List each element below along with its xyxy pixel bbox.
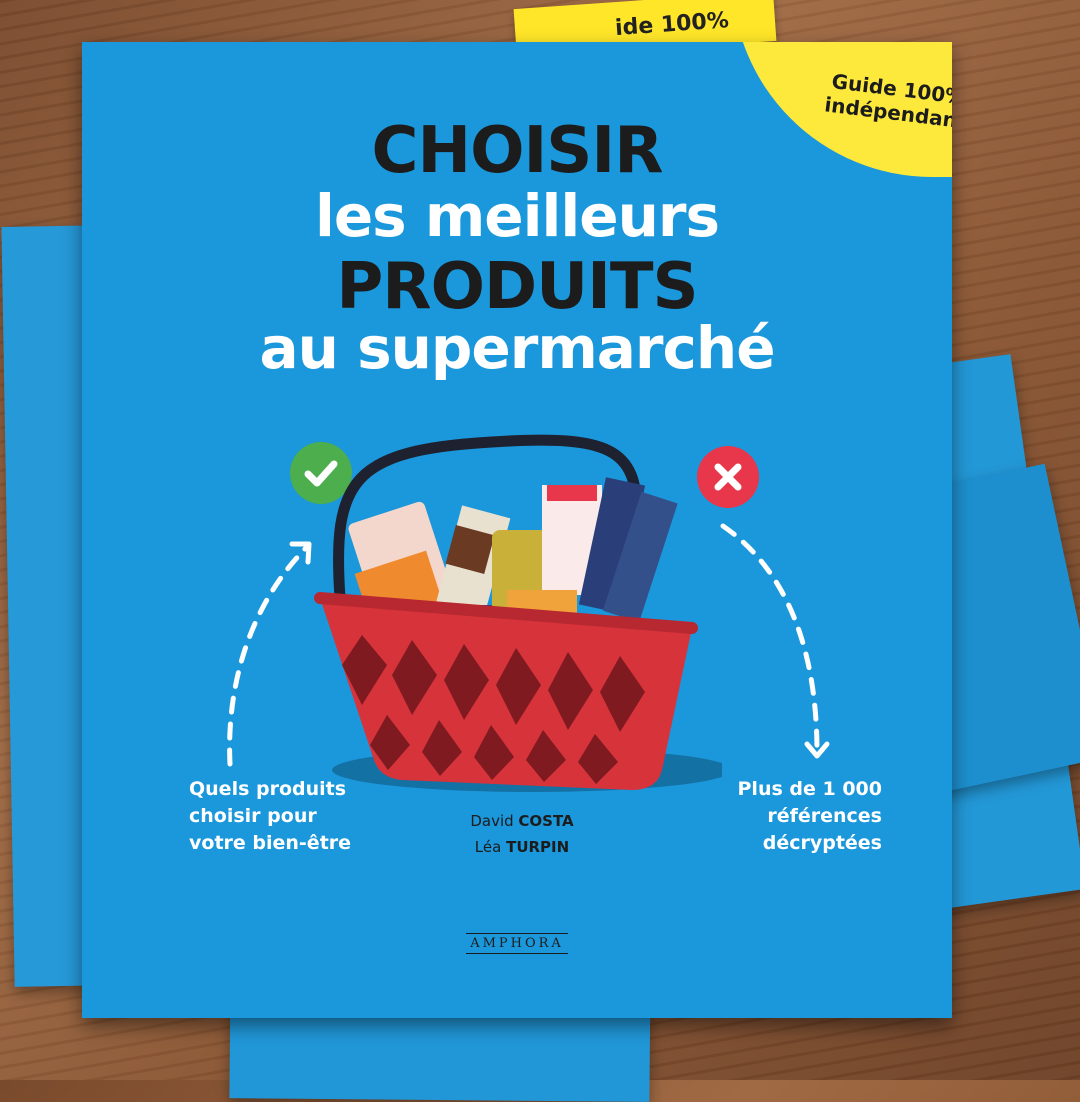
- publisher-name: AMPHORA: [466, 933, 568, 954]
- basket-illustration: [314, 434, 722, 792]
- right-tagline-line-3: décryptées: [762, 832, 882, 854]
- back-book-badge-text: ide 100%: [614, 8, 730, 42]
- title-line-choisir: CHOISIR: [371, 114, 664, 188]
- title-line-les-meilleurs: les meilleurs: [314, 182, 720, 250]
- author-2-last: TURPIN: [506, 838, 570, 856]
- author-2: Léa TURPIN: [412, 834, 632, 860]
- author-1-last: COSTA: [518, 812, 574, 830]
- author-1-first: David: [470, 812, 514, 830]
- left-tagline-line-3: votre bien-être: [189, 832, 352, 854]
- right-tagline-line-1: Plus de 1 000: [737, 778, 883, 800]
- book-cover: Guide 100% indépendant CHOISIR les meill…: [82, 42, 952, 1018]
- title-line-au-supermarche: au supermarché: [259, 314, 775, 382]
- title-line-produits: PRODUITS: [336, 250, 698, 324]
- left-tagline-line-1: Quels produits: [189, 778, 347, 800]
- right-tagline: Plus de 1 000 références décryptées: [672, 776, 883, 857]
- right-tagline-line-2: références: [767, 805, 882, 827]
- authors-block: David COSTA Léa TURPIN: [412, 808, 632, 860]
- left-tagline: Quels produits choisir pour votre bien-ê…: [189, 776, 399, 857]
- left-tagline-line-2: choisir pour: [189, 805, 317, 827]
- publisher-logo: AMPHORA: [82, 932, 952, 954]
- author-1: David COSTA: [412, 808, 632, 834]
- dashed-arrow-right-icon: [720, 523, 830, 759]
- author-2-first: Léa: [474, 838, 502, 856]
